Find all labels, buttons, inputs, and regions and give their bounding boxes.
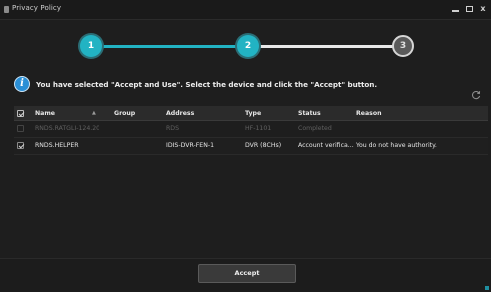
column-header-type[interactable]: Type <box>245 106 297 120</box>
title-bar: Privacy Policy x <box>0 0 491 20</box>
device-address: RDS <box>166 125 179 132</box>
info-icon: i <box>14 76 30 92</box>
select-all-checkbox[interactable] <box>17 110 24 117</box>
accept-button[interactable]: Accept <box>198 264 296 283</box>
maximize-icon <box>465 6 473 12</box>
device-name: RNDS.RATGLI-124.209 <box>35 125 99 132</box>
window-title: Privacy Policy <box>12 4 62 12</box>
info-message: You have selected "Accept and Use". Sele… <box>36 79 378 89</box>
app-icon <box>4 6 9 13</box>
select-all-cell <box>17 106 27 120</box>
row-checkbox <box>17 125 24 132</box>
dialog-footer: Accept <box>0 258 491 292</box>
sort-asc-icon: ▲ <box>92 110 96 116</box>
table-row: RNDS.RATGLI-124.209 RDS HF-1101 Complete… <box>14 121 488 138</box>
device-reason: You do not have authority. <box>356 142 437 149</box>
minimize-button[interactable] <box>451 3 459 16</box>
column-header-name[interactable]: Name <box>35 106 99 120</box>
step-3-indicator: 3 <box>392 35 414 57</box>
maximize-button[interactable] <box>465 3 473 16</box>
device-table: Name ▲ Group Address Type Status Reason … <box>14 106 488 155</box>
step-connector-2 <box>258 45 396 48</box>
step-connector-1 <box>100 45 238 48</box>
refresh-icon[interactable] <box>471 90 481 100</box>
device-type: DVR (8CHs) <box>245 142 282 149</box>
column-header-reason[interactable]: Reason <box>356 106 488 120</box>
table-header: Name ▲ Group Address Type Status Reason <box>14 106 488 121</box>
device-status: Account verifica... <box>298 142 354 149</box>
resize-grip[interactable] <box>485 286 489 290</box>
device-status: Completed <box>298 125 332 132</box>
column-header-group[interactable]: Group <box>114 106 160 120</box>
column-header-status[interactable]: Status <box>298 106 354 120</box>
step-2-indicator: 2 <box>237 35 259 57</box>
minimize-icon <box>451 10 459 12</box>
device-reason <box>356 121 488 137</box>
column-header-address[interactable]: Address <box>166 106 241 120</box>
wizard-stepper: 1 2 3 <box>0 22 491 70</box>
info-message-row: i You have selected "Accept and Use". Se… <box>14 74 377 94</box>
device-name: RNDS.HELPER <box>35 142 79 149</box>
device-group <box>114 138 160 154</box>
step-1-indicator: 1 <box>80 35 102 57</box>
table-row[interactable]: RNDS.HELPER IDIS-DVR-FEN-1 DVR (8CHs) Ac… <box>14 138 488 155</box>
close-button[interactable]: x <box>479 3 487 16</box>
row-checkbox[interactable] <box>17 142 24 149</box>
device-type: HF-1101 <box>245 125 272 132</box>
device-address: IDIS-DVR-FEN-1 <box>166 142 215 149</box>
device-group <box>114 121 160 137</box>
window-controls: x <box>451 3 487 16</box>
